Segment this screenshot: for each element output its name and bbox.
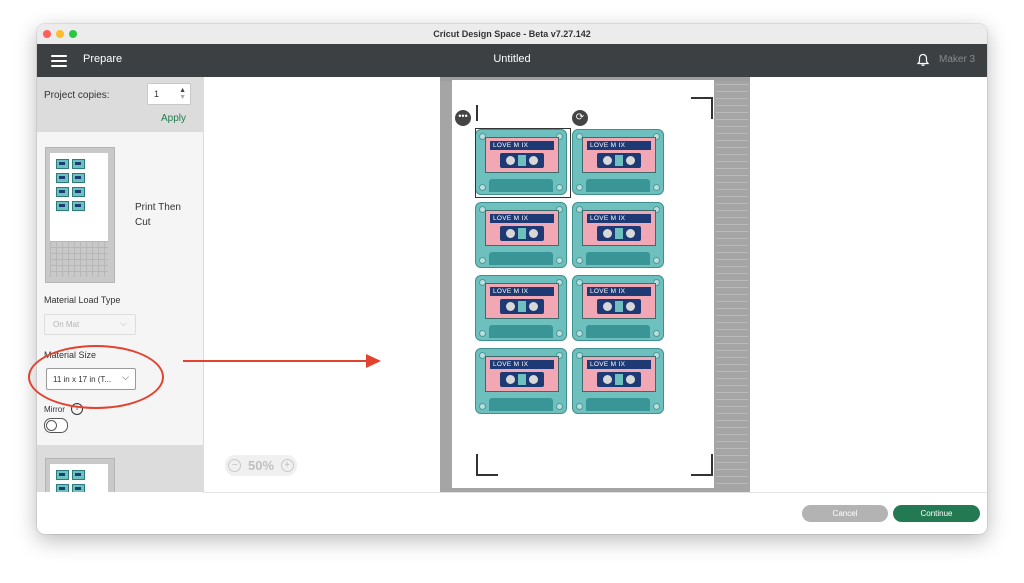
app-window: Cricut Design Space - Beta v7.27.142 Pre… bbox=[37, 24, 987, 534]
registration-mark bbox=[476, 454, 498, 476]
project-copies-input[interactable]: 1 ▲ ▼ bbox=[147, 83, 191, 105]
annotation-arrow-head bbox=[366, 354, 381, 368]
cassette-label: LOVE M IX bbox=[490, 214, 554, 223]
rotate-icon[interactable]: ⟳ bbox=[572, 110, 588, 126]
zoom-level: 50% bbox=[247, 458, 275, 473]
project-title: Untitled bbox=[493, 53, 531, 65]
cancel-button[interactable]: Cancel bbox=[802, 505, 888, 522]
material-load-type-select: On Mat ⌵ bbox=[44, 314, 136, 335]
close-window-button[interactable] bbox=[43, 30, 51, 38]
thumb-cassette bbox=[72, 470, 85, 480]
cassette-image[interactable]: LOVE M IX bbox=[475, 275, 567, 341]
material-load-type-label: Material Load Type bbox=[44, 295, 121, 305]
design-images: LOVE M IX LOVE M IX LOVE M IX LOVE M IX bbox=[475, 129, 707, 419]
mat-grid bbox=[50, 241, 108, 277]
mat-settings-panel: Project copies: 1 ▲ ▼ Apply Print Then Cu… bbox=[37, 77, 204, 492]
print-then-cut-label: Print Then Cut bbox=[135, 202, 181, 228]
thumb-cassette bbox=[56, 159, 69, 169]
cassette-image[interactable]: LOVE M IX bbox=[572, 202, 664, 268]
annotation-arrow bbox=[183, 360, 368, 362]
cassette-label: LOVE M IX bbox=[587, 287, 651, 296]
thumb-cassette bbox=[56, 470, 69, 480]
window-title: Cricut Design Space - Beta v7.27.142 bbox=[433, 29, 591, 39]
thumb-cassette bbox=[72, 201, 85, 211]
cassette-label: LOVE M IX bbox=[587, 141, 651, 150]
cassette-image[interactable]: LOVE M IX bbox=[572, 348, 664, 414]
mirror-toggle[interactable] bbox=[44, 418, 68, 433]
project-copies-section: Project copies: 1 ▲ ▼ Apply bbox=[37, 77, 203, 132]
app-header: Prepare Untitled Maker 3 bbox=[37, 44, 987, 77]
project-copies-label: Project copies: bbox=[44, 90, 110, 101]
cassette-label: LOVE M IX bbox=[490, 141, 554, 150]
minimize-window-button[interactable] bbox=[56, 30, 64, 38]
more-options-icon[interactable]: ••• bbox=[455, 110, 471, 126]
chevron-down-icon: ⌵ bbox=[120, 318, 127, 328]
continue-button[interactable]: Continue bbox=[893, 505, 980, 522]
project-copies-value: 1 bbox=[154, 89, 160, 99]
mirror-label: Mirror bbox=[44, 405, 65, 414]
cassette-label: LOVE M IX bbox=[490, 287, 554, 296]
material-size-label: Material Size bbox=[44, 350, 97, 360]
material-size-select[interactable]: 11 in x 17 in (T... ⌵ bbox=[46, 368, 136, 390]
chevron-down-icon: ⌵ bbox=[122, 372, 129, 382]
mat-preview-thumbnail[interactable] bbox=[45, 147, 115, 283]
thumb-cassette bbox=[72, 159, 85, 169]
zoom-control: − 50% + bbox=[225, 455, 297, 476]
thumb-cassette bbox=[56, 201, 69, 211]
registration-mark bbox=[691, 454, 713, 476]
registration-mark bbox=[691, 97, 713, 119]
material-size-value: 11 in x 17 in (T... bbox=[53, 375, 112, 384]
apply-button[interactable]: Apply bbox=[161, 113, 186, 124]
cassette-image[interactable]: LOVE M IX bbox=[475, 129, 567, 195]
registration-mark bbox=[476, 105, 498, 121]
cassette-image[interactable]: LOVE M IX bbox=[572, 275, 664, 341]
zoom-out-button[interactable]: − bbox=[228, 459, 242, 472]
cassette-label: LOVE M IX bbox=[490, 360, 554, 369]
thumb-cassette bbox=[56, 187, 69, 197]
thumb-cassette bbox=[72, 187, 85, 197]
thumb-cassette bbox=[72, 173, 85, 183]
cassette-image[interactable]: LOVE M IX bbox=[572, 129, 664, 195]
window-controls bbox=[43, 30, 77, 38]
footer-bar: Cancel Continue bbox=[203, 492, 987, 534]
cassette-image[interactable]: LOVE M IX bbox=[475, 348, 567, 414]
page-title: Prepare bbox=[83, 53, 123, 65]
mat-ruler-right bbox=[714, 77, 750, 492]
machine-selector[interactable]: Maker 3 bbox=[939, 54, 975, 65]
thumb-cassette bbox=[56, 173, 69, 183]
bell-icon[interactable] bbox=[916, 53, 930, 67]
thumb-cassette bbox=[72, 484, 85, 492]
mat-preview-thumbnail-2[interactable] bbox=[45, 458, 115, 492]
thumb-cassette bbox=[56, 484, 69, 492]
copies-stepper[interactable]: ▲ ▼ bbox=[179, 87, 186, 101]
zoom-in-button[interactable]: + bbox=[280, 459, 294, 472]
cassette-label: LOVE M IX bbox=[587, 214, 651, 223]
hamburger-menu-icon[interactable] bbox=[51, 55, 67, 67]
zoom-window-button[interactable] bbox=[69, 30, 77, 38]
material-load-type-value: On Mat bbox=[53, 320, 80, 329]
mat-ruler-left bbox=[440, 77, 452, 492]
title-bar: Cricut Design Space - Beta v7.27.142 bbox=[37, 24, 987, 45]
cassette-label: LOVE M IX bbox=[587, 360, 651, 369]
cassette-image[interactable]: LOVE M IX bbox=[475, 202, 567, 268]
info-icon[interactable]: i bbox=[71, 403, 83, 415]
